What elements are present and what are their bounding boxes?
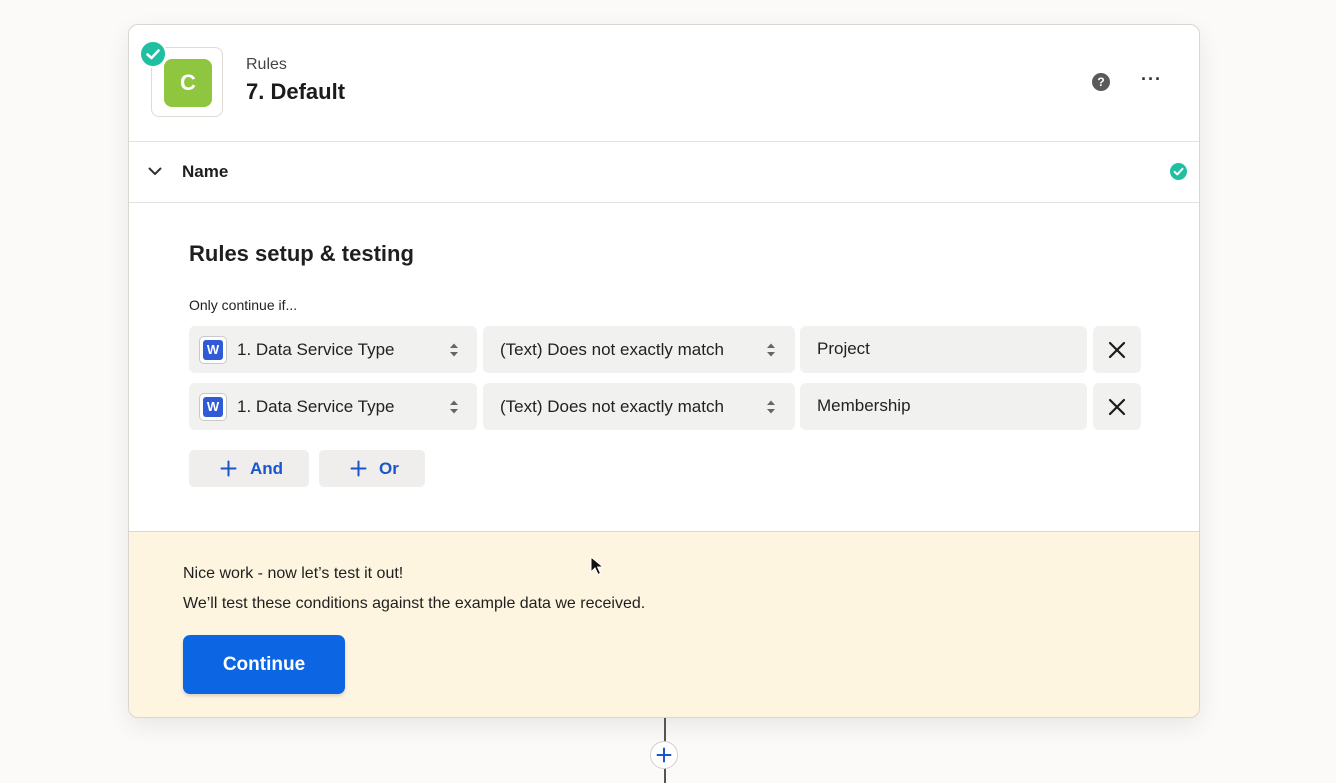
operator-select[interactable]: (Text) Does not exactly match (483, 383, 795, 430)
rule-row: W 1. Data Service Type (Text) Does not e… (189, 383, 1141, 430)
close-icon (1108, 398, 1126, 416)
operator-select[interactable]: (Text) Does not exactly match (483, 326, 795, 373)
plus-icon (656, 747, 672, 763)
chevron-down-icon[interactable] (147, 163, 163, 179)
step-header[interactable]: C Rules 7. Default ? ··· (129, 25, 1199, 142)
add-or-condition-button[interactable]: Or (319, 450, 425, 487)
banner-message-body: We’ll test these conditions against the … (183, 595, 646, 612)
rule-row: W 1. Data Service Type (Text) Does not e… (189, 326, 1141, 373)
value-input-text: Project (817, 339, 870, 358)
remove-condition-button[interactable] (1093, 326, 1141, 373)
condition-label: Only continue if... (189, 297, 298, 313)
step-complete-check-icon (139, 40, 167, 68)
operator-select-value: (Text) Does not exactly match (500, 397, 724, 416)
app-logo: C (164, 59, 212, 107)
value-input-text: Membership (817, 396, 911, 415)
add-and-condition-button[interactable]: And (189, 450, 309, 487)
plus-icon (220, 460, 237, 477)
name-complete-check-icon (1170, 163, 1187, 180)
field-select-value: 1. Data Service Type (237, 340, 395, 359)
more-options-icon[interactable]: ··· (1141, 69, 1162, 90)
sort-updown-icon (450, 343, 458, 357)
or-button-label: Or (379, 459, 399, 478)
add-step-button[interactable] (650, 741, 678, 769)
test-prompt-banner: Nice work - now let’s test it out! We’ll… (129, 531, 1199, 717)
webflow-app-icon: W (199, 336, 227, 364)
continue-button[interactable]: Continue (183, 635, 345, 694)
name-section-header[interactable]: Name (129, 141, 1199, 203)
mouse-cursor-icon (590, 556, 604, 576)
close-icon (1108, 341, 1126, 359)
plus-icon (350, 460, 367, 477)
step-title[interactable]: 7. Default (246, 79, 345, 105)
rule-step-card: C Rules 7. Default ? ··· Name Rules setu… (128, 24, 1200, 718)
banner-message-title: Nice work - now let’s test it out! (183, 565, 404, 582)
name-section-label: Name (182, 162, 229, 181)
field-select[interactable]: W 1. Data Service Type (189, 383, 477, 430)
sort-updown-icon (450, 400, 458, 414)
help-icon[interactable]: ? (1092, 73, 1110, 91)
operator-select-value: (Text) Does not exactly match (500, 340, 724, 359)
value-input[interactable]: Membership (800, 383, 1087, 430)
app-label: Rules (246, 56, 287, 73)
webflow-app-icon: W (199, 393, 227, 421)
remove-condition-button[interactable] (1093, 383, 1141, 430)
and-button-label: And (250, 459, 284, 478)
value-input[interactable]: Project (800, 326, 1087, 373)
field-select[interactable]: W 1. Data Service Type (189, 326, 477, 373)
field-select-value: 1. Data Service Type (237, 397, 395, 416)
rules-section-title: Rules setup & testing (189, 241, 414, 266)
sort-updown-icon (767, 343, 775, 357)
sort-updown-icon (767, 400, 775, 414)
